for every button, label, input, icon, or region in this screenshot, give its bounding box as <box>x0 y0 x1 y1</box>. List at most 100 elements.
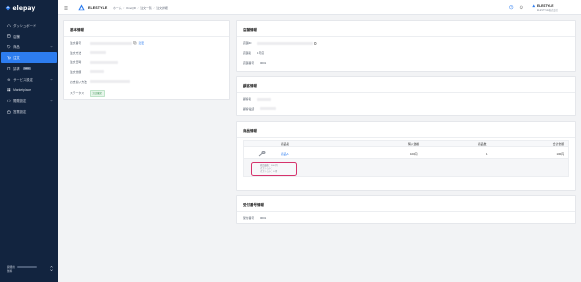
col-quantity: 商品数 <box>478 141 487 146</box>
user-menu[interactable]: ELESTYLE ELESTYLE株式会社 <box>532 3 558 12</box>
breadcrumb-home[interactable]: ホーム <box>113 6 122 10</box>
invoice-icon <box>7 66 11 71</box>
grid-icon <box>7 88 11 92</box>
account-name-redacted <box>16 265 37 269</box>
table-header: 商品名 購入価格 商品数 合計金額 <box>243 140 569 147</box>
chevron-down-icon <box>50 46 53 48</box>
product-price: 100円 <box>410 151 418 156</box>
user-name: ELESTYLE <box>537 3 554 8</box>
payment-method-value <box>90 80 130 83</box>
product-detail-row: 商品価格：100 円 オプション： オプション：0 円 <box>243 159 569 177</box>
store-icon <box>7 34 11 38</box>
switch-arrows-icon <box>50 265 53 272</box>
copy-icon[interactable] <box>133 41 137 45</box>
product-options-highlight: 商品価格：100 円 オプション： オプション：0 円 <box>251 161 297 176</box>
store-id-redacted <box>257 41 313 45</box>
breadcrumb-oneqr[interactable]: OneQR <box>126 6 136 10</box>
product-table: 商品名 購入価格 商品数 合計金額 商品A 100円 1 100円 商品価格：1… <box>243 140 569 177</box>
receipt-info-title: 受付番号情報 <box>243 203 264 207</box>
order-method-field: 注文方法 <box>70 51 106 55</box>
breadcrumb-order-list[interactable]: 注文一覧 <box>140 6 152 10</box>
product-quantity: 1 <box>486 151 488 156</box>
menu-icon[interactable] <box>64 6 68 10</box>
customer-name-value <box>257 97 271 101</box>
basic-info-card: 基本情報 注文番号 変更 注文方法 注文日時 注文金額 お支払い方法 ステータス… <box>63 20 230 100</box>
home-icon <box>7 23 11 28</box>
store-number-field: 店舗番号 0001 <box>243 61 267 65</box>
plan-label: 無料 <box>7 270 13 273</box>
product-info-title: 商品情報 <box>243 129 257 133</box>
product-link[interactable]: 商品A <box>281 152 288 156</box>
store-id-field: 店舗ID 0 <box>243 40 317 46</box>
new-badge: NEW <box>23 67 31 70</box>
sidebar-nav: ダッシュボード 店舗 商品 注文 請求 NEW サービス設定 Marketpla… <box>0 20 58 117</box>
notification-bell-icon[interactable] <box>519 5 524 10</box>
sidebar-item-invoice[interactable]: 請求 NEW <box>0 63 58 74</box>
receipt-info-card: 受付番号情報 受付番号 0001 <box>236 195 576 224</box>
sidebar-item-label: 営業設定 <box>13 110 27 115</box>
sidebar-item-sales-settings[interactable]: 営業設定 <box>0 106 58 117</box>
order-date-value <box>90 60 118 64</box>
tag-icon <box>7 45 11 49</box>
sidebar-item-dashboard[interactable]: ダッシュボード <box>0 20 58 31</box>
user-icon <box>532 4 536 8</box>
status-badge: 注文確定 <box>90 89 105 97</box>
change-link[interactable]: 変更 <box>139 41 145 45</box>
basic-info-title: 基本情報 <box>70 28 84 32</box>
sidebar-item-label: 開発設定 <box>13 99 27 104</box>
store-info-card: 店舗情報 店舗ID 0 店舗名 1号店 店舗番号 0001 <box>236 20 576 72</box>
sidebar-item-label: サービス設定 <box>13 77 33 82</box>
product-image-icon <box>258 150 266 156</box>
order-amount-value <box>90 70 104 73</box>
col-purchase-price: 購入価格 <box>408 141 420 146</box>
col-product-name: 商品名 <box>281 141 290 146</box>
product-info-card: 商品情報 商品名 購入価格 商品数 合計金額 商品A 100円 1 100円 商… <box>236 121 576 191</box>
sidebar-item-dev-settings[interactable]: 開発設定 <box>0 96 58 107</box>
sidebar-item-store[interactable]: 店舗 <box>0 31 58 42</box>
customer-phone-field: 顧客電話 <box>243 107 276 111</box>
sidebar-item-label: ダッシュボード <box>13 23 37 28</box>
chevron-down-icon <box>50 78 53 81</box>
order-date-field: 注文日時 <box>70 60 118 64</box>
sidebar-item-label: 請求 <box>13 67 20 72</box>
customer-phone-value <box>260 107 276 110</box>
receipt-number-field: 受付番号 0001 <box>243 215 267 220</box>
payment-method-field: お支払い方法 <box>70 80 130 84</box>
logo-icon <box>5 5 11 11</box>
sidebar-item-orders[interactable]: 注文 <box>1 52 57 64</box>
sidebar-item-label: Marketplace <box>13 88 32 93</box>
chevron-down-icon <box>50 100 53 102</box>
sidebar: elepay ダッシュボード 店舗 商品 注文 請求 NEW サービス設定 Ma… <box>0 0 58 282</box>
brand-name: elepay <box>12 4 36 12</box>
sidebar-item-label: 店舗 <box>13 34 20 39</box>
cart-icon <box>7 56 11 60</box>
sidebar-item-label: 商品 <box>13 45 20 50</box>
sidebar-item-products[interactable]: 商品 <box>0 42 58 53</box>
receipt-number-value: 0001 <box>260 215 267 220</box>
breadcrumb: ホーム / OneQR / 注文一覧 / 注文詳細 <box>113 6 168 10</box>
sidebar-item-marketplace[interactable]: Marketplace <box>0 85 58 96</box>
store-name-value: 1号店 <box>257 51 265 55</box>
header-brand: ELESTYLE <box>88 5 108 10</box>
account-switcher[interactable]: 開発用 無料 <box>7 265 53 273</box>
store-number-value: 0001 <box>260 61 267 65</box>
order-method-value <box>90 51 106 54</box>
table-row: 商品A 100円 1 100円 <box>243 147 569 159</box>
sidebar-item-service-settings[interactable]: サービス設定 <box>0 74 58 85</box>
briefcase-icon <box>7 110 11 114</box>
order-number-field: 注文番号 変更 <box>70 41 145 45</box>
status-field: ステータス 注文確定 <box>70 89 105 97</box>
elestyle-logo-icon <box>78 4 85 11</box>
col-total: 合計金額 <box>552 141 564 146</box>
code-icon <box>7 99 11 103</box>
product-total: 100円 <box>556 151 564 156</box>
customer-name-field: 顧客名 <box>243 97 271 101</box>
gear-icon <box>7 78 11 82</box>
store-id-value: 0 <box>314 40 317 46</box>
order-amount-field: 注文金額 <box>70 70 104 74</box>
elepay-logo[interactable]: elepay <box>5 4 35 12</box>
sidebar-item-label: 注文 <box>13 56 20 61</box>
breadcrumb-order-detail: 注文詳細 <box>156 6 168 10</box>
store-info-title: 店舗情報 <box>243 28 257 32</box>
help-icon[interactable]: ? <box>509 5 514 10</box>
